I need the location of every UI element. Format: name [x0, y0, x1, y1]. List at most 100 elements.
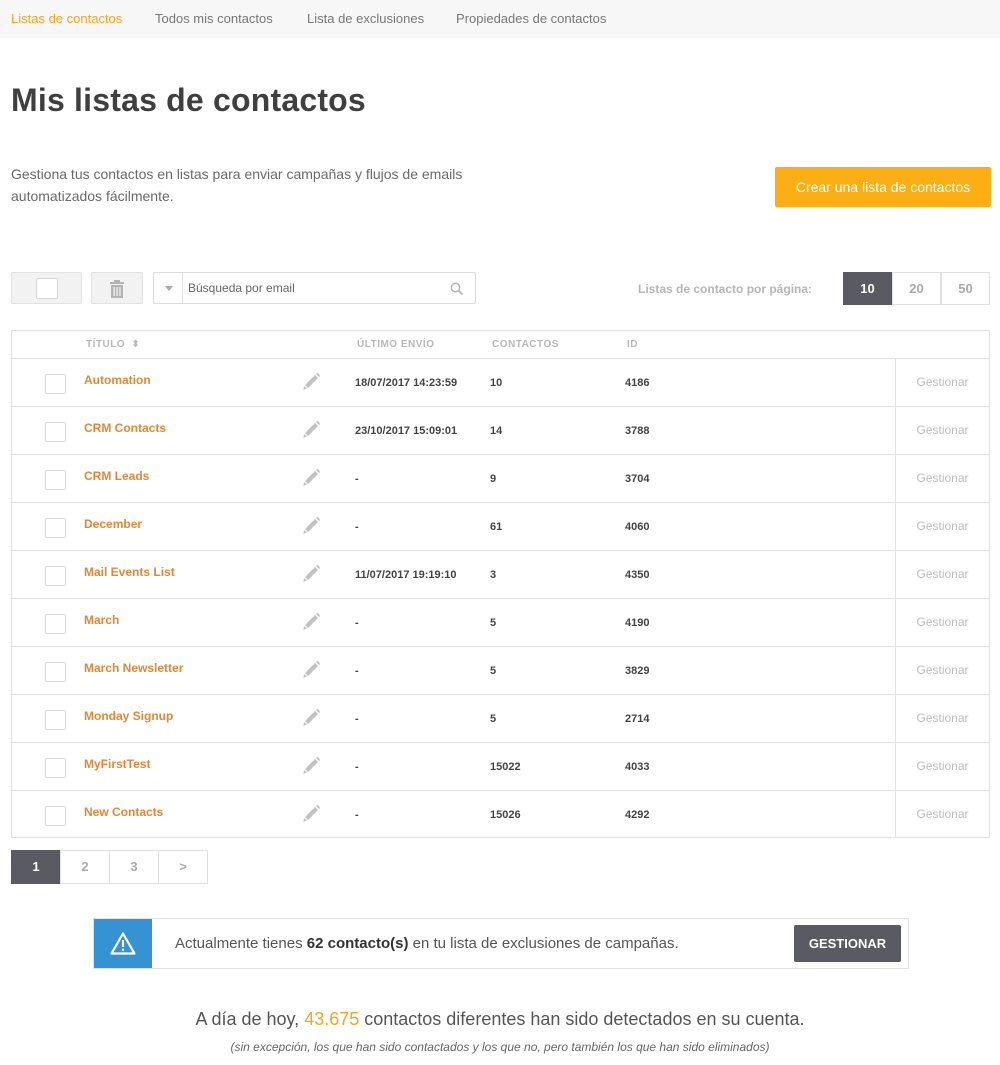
list-name-link[interactable]: New Contacts [84, 805, 163, 819]
table-row: Mail Events List 11/07/2017 19:19:10 3 4350… [12, 551, 989, 599]
manage-button[interactable]: Gestionar [895, 503, 989, 550]
manage-button[interactable]: Gestionar [895, 551, 989, 598]
pencil-icon[interactable] [302, 756, 321, 780]
column-title[interactable]: TÍTULO ⬍ [86, 339, 140, 350]
table-row: March - 5 4190 Gestionar [12, 599, 989, 647]
contacts-cell: 5 [490, 617, 497, 629]
list-name-link[interactable]: March [84, 613, 119, 627]
pencil-icon[interactable] [302, 612, 321, 636]
id-cell: 4060 [625, 521, 650, 533]
contacts-cell: 14 [490, 425, 503, 437]
trash-icon [110, 280, 124, 298]
last-send-cell: 11/07/2017 19:19:10 [355, 569, 457, 581]
pencil-icon[interactable] [302, 708, 321, 732]
row-checkbox[interactable] [45, 614, 66, 634]
table-row: CRM Leads - 9 3704 Gestionar [12, 455, 989, 503]
id-cell: 4292 [625, 809, 650, 821]
table-row: Automation 18/07/2017 14:23:59 10 4186 Gesti… [12, 359, 989, 407]
top-nav: Listas de contactos Todos mis contactos … [0, 0, 1000, 38]
select-all-control[interactable] [11, 272, 82, 304]
row-checkbox[interactable] [45, 758, 66, 778]
pencil-icon[interactable] [302, 372, 321, 396]
manage-button[interactable]: Gestionar [895, 695, 989, 742]
id-cell: 3829 [625, 665, 650, 677]
table-row: CRM Contacts 23/10/2017 15:09:01 14 3788 Ges… [12, 407, 989, 455]
id-cell: 2714 [625, 713, 650, 725]
page-3-button[interactable]: 3 [109, 850, 159, 884]
search-box [153, 272, 476, 304]
row-checkbox[interactable] [45, 470, 66, 490]
manage-button[interactable]: Gestionar [895, 791, 989, 838]
row-checkbox[interactable] [45, 422, 66, 442]
list-name-link[interactable]: MyFirstTest [84, 757, 150, 771]
tab-contact-properties[interactable]: Propiedades de contactos [456, 11, 606, 26]
page-description: Gestiona tus contactos en listas para en… [11, 166, 463, 204]
row-checkbox[interactable] [45, 566, 66, 586]
pencil-icon[interactable] [302, 564, 321, 588]
next-page-button[interactable]: > [158, 850, 208, 884]
last-send-cell: - [355, 617, 359, 629]
page-1-button[interactable]: 1 [11, 850, 61, 884]
tab-contact-lists[interactable]: Listas de contactos [11, 11, 122, 26]
delete-button[interactable] [91, 272, 143, 304]
row-checkbox[interactable] [45, 662, 66, 682]
pencil-icon[interactable] [302, 804, 321, 828]
per-page-10[interactable]: 10 [843, 272, 892, 305]
total-contacts-count: 43.675 [304, 1009, 360, 1029]
list-name-link[interactable]: December [84, 517, 142, 531]
id-cell: 4190 [625, 617, 650, 629]
contacts-cell: 10 [490, 377, 503, 389]
contacts-summary: A día de hoy, 43.675 contactos diferente… [195, 1009, 805, 1029]
pencil-icon[interactable] [302, 516, 321, 540]
pencil-icon[interactable] [302, 660, 321, 684]
table-row: December - 61 4060 Gestionar [12, 503, 989, 551]
contacts-cell: 15026 [490, 809, 521, 821]
warning-icon [110, 932, 136, 955]
manage-button[interactable]: Gestionar [895, 743, 989, 790]
tab-all-contacts[interactable]: Todos mis contactos [155, 11, 273, 26]
list-name-link[interactable]: Mail Events List [84, 565, 175, 579]
row-checkbox[interactable] [45, 374, 66, 394]
exclusion-count: 62 contacto(s) [306, 935, 409, 952]
row-checkbox[interactable] [45, 710, 66, 730]
create-list-button[interactable]: Crear una lista de contactos [775, 167, 991, 207]
id-cell: 4186 [625, 377, 650, 389]
caret-down-icon [165, 286, 173, 291]
contact-lists-table: TÍTULO ⬍ ÚLTIMO ENVÍO CONTACTOS ID Autom… [11, 330, 990, 838]
list-name-link[interactable]: CRM Leads [84, 469, 149, 483]
manage-button[interactable]: Gestionar [895, 407, 989, 454]
manage-button[interactable]: Gestionar [895, 647, 989, 694]
id-cell: 4033 [625, 761, 650, 773]
list-name-link[interactable]: Monday Signup [84, 709, 173, 723]
list-name-link[interactable]: March Newsletter [84, 661, 183, 675]
id-cell: 4350 [625, 569, 650, 581]
pencil-icon[interactable] [302, 420, 321, 444]
list-name-link[interactable]: CRM Contacts [84, 421, 166, 435]
tab-exclusion-list[interactable]: Lista de exclusiones [307, 11, 424, 26]
alert-message: Actualmente tienes 62 contacto(s) en tu … [175, 935, 679, 952]
search-filter-dropdown[interactable] [154, 273, 183, 303]
select-all-checkbox[interactable] [36, 278, 58, 299]
pencil-icon[interactable] [302, 468, 321, 492]
row-checkbox[interactable] [45, 518, 66, 538]
per-page-label: Listas de contacto por página: [638, 282, 813, 296]
table-row: New Contacts - 15026 4292 Gestionar [12, 791, 989, 839]
summary-note: (sin excepción, los que han sido contact… [230, 1040, 770, 1054]
page-2-button[interactable]: 2 [60, 850, 110, 884]
last-send-cell: - [355, 521, 359, 533]
column-id: ID [627, 339, 638, 350]
manage-button[interactable]: Gestionar [895, 599, 989, 646]
sort-icon[interactable]: ⬍ [131, 339, 140, 350]
manage-button[interactable]: Gestionar [895, 455, 989, 502]
per-page-20[interactable]: 20 [892, 272, 941, 305]
page-title: Mis listas de contactos [11, 82, 366, 118]
manage-button[interactable]: Gestionar [895, 359, 989, 406]
list-name-link[interactable]: Automation [84, 373, 151, 387]
search-input[interactable] [188, 279, 438, 297]
table-row: Monday Signup - 5 2714 Gestionar [12, 695, 989, 743]
per-page-50[interactable]: 50 [941, 272, 990, 305]
contacts-cell: 5 [490, 665, 497, 677]
manage-exclusions-button[interactable]: GESTIONAR [794, 925, 901, 962]
row-checkbox[interactable] [45, 806, 66, 826]
search-icon[interactable] [450, 282, 464, 296]
